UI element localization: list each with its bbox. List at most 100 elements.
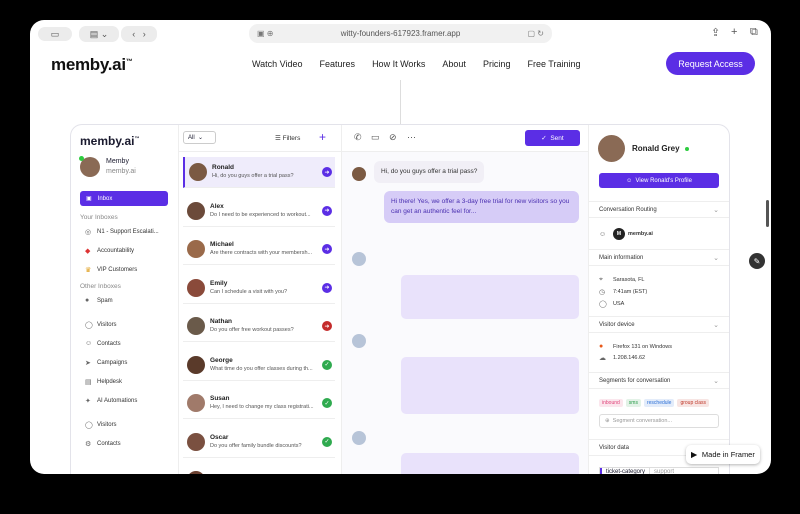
- nav-about[interactable]: About: [442, 59, 466, 69]
- sidebar-item-contacts-2[interactable]: ⚙ Contacts: [85, 440, 121, 448]
- conversation-preview: Can I schedule a visit with you?: [210, 288, 288, 295]
- reload-icon[interactable]: ▢ ↻: [528, 29, 544, 38]
- app-sidebar: memby.ai™ Memby memby.ai ▣ Inbox Your Inbo…: [71, 125, 179, 474]
- arrow-icon[interactable]: ➜: [322, 282, 332, 293]
- vd-value: support: [649, 468, 678, 474]
- site-nav: Watch Video Features How It Works About …: [252, 59, 597, 69]
- segments-section[interactable]: Segments for conversation ⌄: [589, 372, 729, 389]
- inbox-icon: ▣: [86, 196, 92, 202]
- your-inboxes-heading: Your Inboxes: [80, 214, 118, 221]
- conversation-name: Susan: [210, 395, 230, 402]
- conversation-preview: Are there contracts with your membersh..…: [210, 250, 313, 256]
- conversation-item[interactable]: Ronald Hi, do you guys offer a trial pass…: [183, 157, 335, 188]
- time-row: ◷ 7:41am (EST): [599, 289, 648, 296]
- sidebar-item-helpdesk[interactable]: ▤ Helpdesk: [85, 378, 122, 386]
- sidebar-item-accountability[interactable]: ◆ Accountability: [85, 247, 134, 255]
- conversation-item[interactable]: Oscar Do you offer family bundle discount…: [183, 427, 335, 458]
- sidebar-item-contacts[interactable]: ☺ Contacts: [85, 340, 121, 347]
- current-user[interactable]: Memby memby.ai: [79, 156, 136, 177]
- sparkle-icon: ✦: [85, 398, 91, 405]
- more-icon[interactable]: ⋯: [407, 132, 416, 143]
- nav-features[interactable]: Features: [320, 59, 356, 69]
- conversation-item[interactable]: Susan Hey, I need to change my class regi…: [183, 388, 335, 419]
- video-icon[interactable]: ▭: [371, 132, 380, 143]
- sidebar-item-visitors-2[interactable]: ◯ Visitors: [85, 421, 117, 429]
- check-icon[interactable]: ✓: [322, 436, 332, 447]
- block-icon[interactable]: ⊘: [389, 132, 397, 143]
- site-logo[interactable]: memby.ai™: [51, 55, 133, 75]
- cloud-icon: ☁: [599, 355, 606, 362]
- made-in-framer-badge[interactable]: ▶ Made in Framer: [686, 445, 760, 464]
- message-placeholder: [401, 275, 579, 319]
- edit-pencil-icon[interactable]: ✎: [749, 253, 765, 269]
- trophy-icon: ♛: [85, 267, 92, 274]
- sidebar-item-vip[interactable]: ♛ VIP Customers: [85, 266, 137, 274]
- conversation-item[interactable]: Michael Are there contracts with your mem…: [183, 234, 335, 265]
- segment-tag[interactable]: sms: [625, 399, 641, 407]
- filter-select[interactable]: All ⌄: [183, 131, 216, 144]
- sidebar-toggle-button[interactable]: ▤ ⌄: [79, 26, 119, 42]
- sidebar-item-spam[interactable]: ● Spam: [85, 297, 113, 304]
- app-logo: memby.ai™: [80, 134, 140, 148]
- check-icon[interactable]: ✓: [322, 359, 332, 370]
- conversation-preview: Hi, do you guys offer a trial pass?: [212, 173, 294, 179]
- sidebar-item-support-escalation[interactable]: ◎ N1 - Support Escalati...: [85, 228, 159, 236]
- device-section[interactable]: Visitor device ⌄: [589, 316, 729, 333]
- avatar: [187, 240, 205, 258]
- url-text: witty-founders-617923.framer.app: [340, 29, 461, 38]
- conversation-preview: Do I need to be experienced to workout..…: [210, 211, 311, 218]
- view-profile-button[interactable]: ☺ View Ronald's Profile: [599, 173, 719, 188]
- avatar: [189, 163, 207, 181]
- conversation-item[interactable]: Alex Do I need to be experienced to worko…: [183, 196, 335, 227]
- arrow-icon[interactable]: ➜: [322, 321, 332, 331]
- arrow-icon[interactable]: ➜: [322, 244, 332, 254]
- nav-how-it-works[interactable]: How It Works: [372, 59, 425, 69]
- conversation-item[interactable]: George What time do you offer classes dur…: [183, 350, 335, 381]
- conversation-name: Michael: [210, 241, 234, 248]
- alert-icon: ◆: [85, 248, 91, 255]
- filters-button[interactable]: ☰ Filters: [275, 134, 300, 142]
- nav-pricing[interactable]: Pricing: [483, 59, 511, 69]
- nav-free-training[interactable]: Free Training: [527, 59, 580, 69]
- conversation-item[interactable]: Nathan Do you offer free workout passes? ➜: [183, 311, 335, 342]
- chat-panel: ✆ ▭ ⊘ ⋯ ✓ Sent Hi, do you guys offer a t…: [342, 125, 589, 474]
- back-forward-buttons[interactable]: ‹ ›: [121, 26, 157, 42]
- sidebar-item-inbox[interactable]: ▣ Inbox: [80, 191, 168, 206]
- avatar: [352, 431, 366, 445]
- new-tab-icon[interactable]: +: [731, 26, 737, 38]
- check-icon[interactable]: ✓: [322, 398, 332, 408]
- nav-watch-video[interactable]: Watch Video: [252, 59, 303, 69]
- sidebar-item-visitors[interactable]: ◯ Visitors: [85, 321, 117, 329]
- memby-logo-icon: M: [613, 228, 625, 240]
- segment-tag[interactable]: reschedule: [643, 399, 675, 407]
- list-toolbar: All ⌄ ☰ Filters +: [179, 125, 341, 152]
- sidebar-item-campaigns[interactable]: ➤ Campaigns: [85, 359, 127, 367]
- page-settings-icon[interactable]: ▣ ⊕: [257, 29, 273, 38]
- new-conversation-button[interactable]: +: [319, 130, 326, 144]
- request-access-button[interactable]: Request Access: [666, 52, 755, 75]
- visitor-data-row[interactable]: ticket-category support: [599, 467, 719, 474]
- conversation-list: All ⌄ ☰ Filters + Ronald Hi, do you guys …: [179, 125, 342, 474]
- conversation-item[interactable]: Robert: [183, 465, 335, 474]
- segment-tag[interactable]: inbound: [599, 399, 623, 407]
- sent-button[interactable]: ✓ Sent: [525, 130, 580, 146]
- tabs-icon[interactable]: ⧉: [750, 26, 758, 39]
- sidebar-item-ai-automations[interactable]: ✦ AI Automations: [85, 397, 137, 405]
- segment-input[interactable]: ⊕ Segment conversation...: [599, 414, 719, 428]
- routing-section[interactable]: Conversation Routing ⌄: [589, 201, 729, 218]
- phone-icon[interactable]: ✆: [354, 132, 362, 143]
- share-icon[interactable]: ⇪: [711, 26, 720, 39]
- arrow-icon[interactable]: ➜: [322, 167, 332, 177]
- address-bar[interactable]: ▣ ⊕ witty-founders-617923.framer.app ▢ ↻: [249, 24, 552, 43]
- spam-icon: ●: [85, 297, 90, 304]
- conversation-item[interactable]: Emily Can I schedule a visit with you? ➜: [183, 273, 335, 304]
- main-info-section[interactable]: Main information ⌄: [589, 249, 729, 266]
- arrow-icon[interactable]: ➜: [322, 205, 332, 216]
- chevron-down-icon: ⌄: [713, 206, 719, 214]
- segment-tag[interactable]: group class: [677, 399, 710, 407]
- page-scrollbar[interactable]: [766, 200, 769, 227]
- tab-overview-button[interactable]: ▭: [38, 27, 72, 41]
- contact-header: Ronald Grey: [598, 135, 689, 162]
- contacts-icon: ☺: [85, 340, 93, 347]
- conversation-name: George: [210, 356, 233, 364]
